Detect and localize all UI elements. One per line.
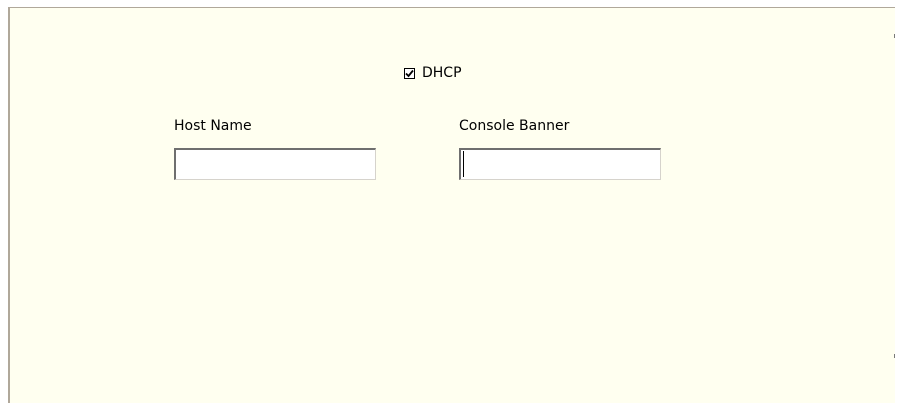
network-settings-panel: DHCP Host Name Console Banner — [8, 7, 895, 403]
console-banner-input[interactable] — [459, 148, 661, 180]
dhcp-checkbox[interactable] — [404, 67, 415, 79]
text-cursor — [463, 151, 464, 177]
dhcp-option[interactable]: DHCP — [404, 65, 462, 81]
console-banner-label: Console Banner — [459, 118, 570, 134]
scroll-edge-tick — [894, 354, 895, 358]
host-name-label: Host Name — [174, 118, 252, 134]
host-name-input[interactable] — [174, 148, 376, 180]
check-icon — [405, 69, 414, 77]
dhcp-label: DHCP — [422, 65, 462, 81]
scroll-edge-tick — [894, 34, 895, 38]
